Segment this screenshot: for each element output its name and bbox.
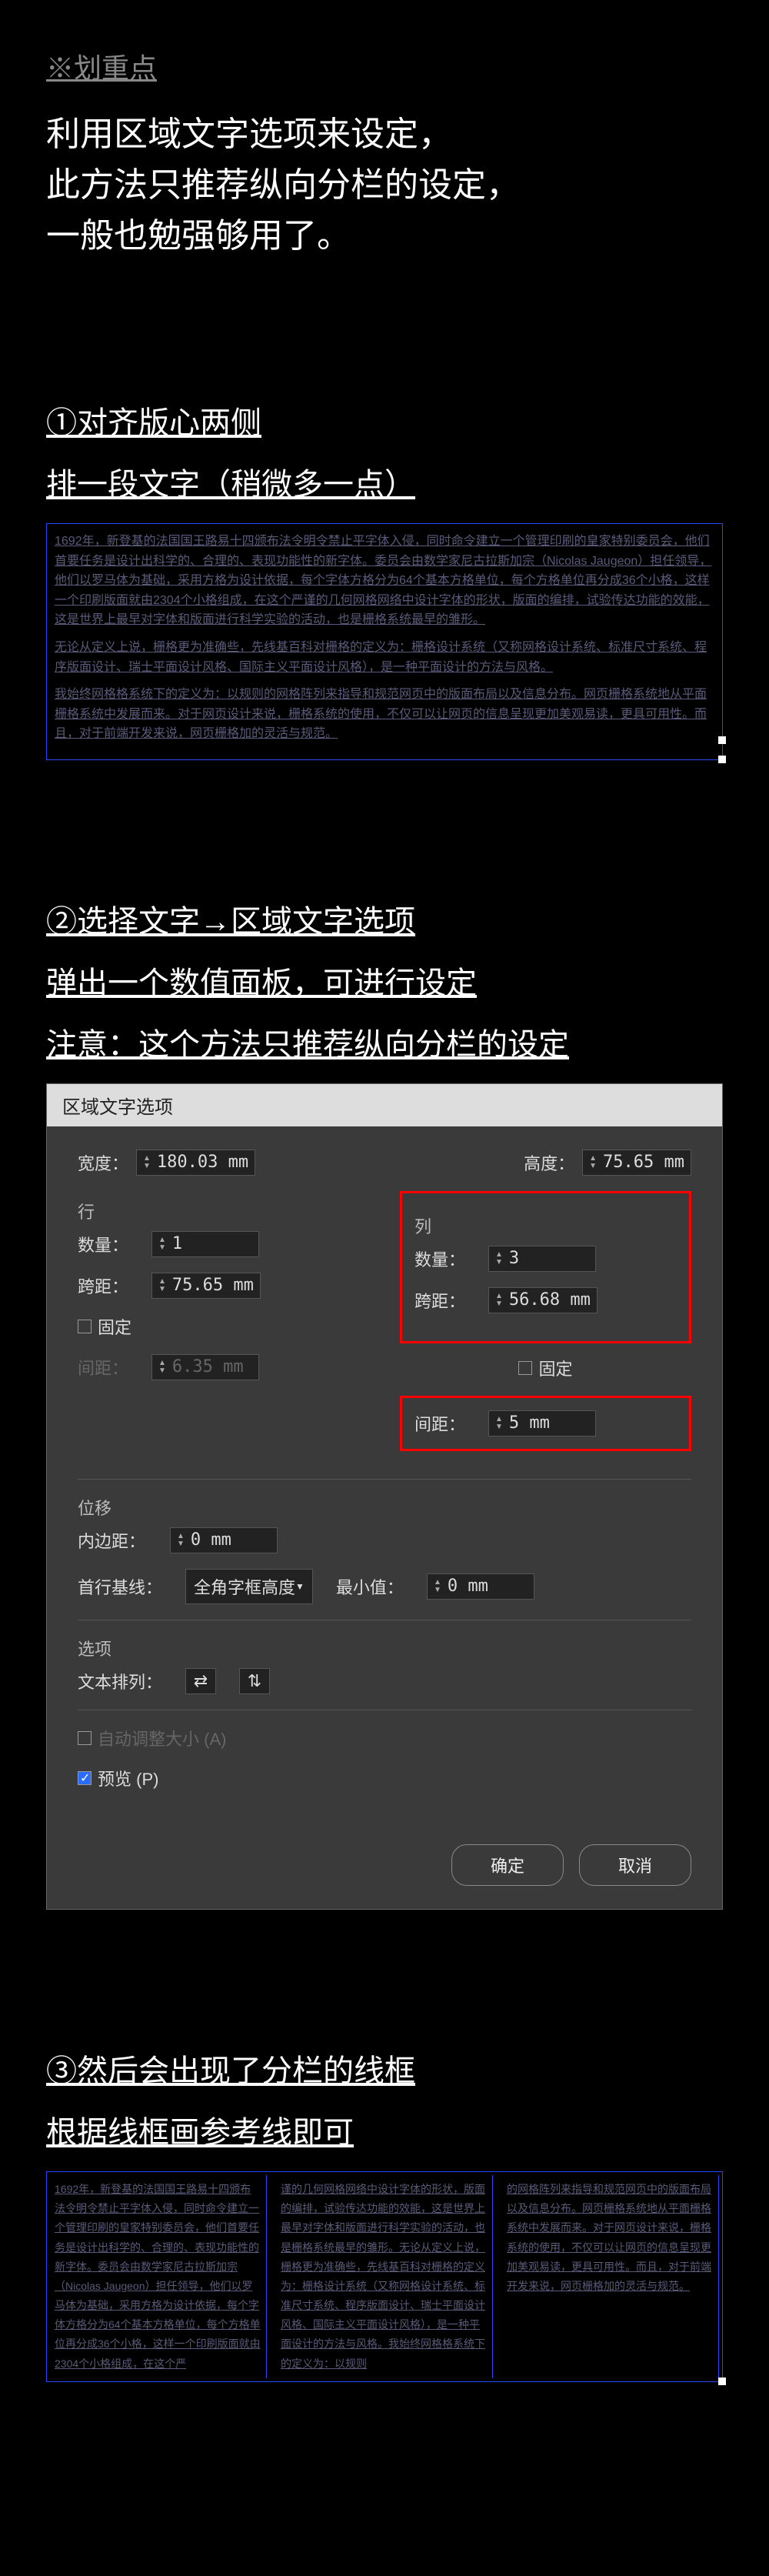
chevron-down-icon[interactable]: ▼ bbox=[158, 1244, 166, 1252]
chevron-down-icon[interactable]: ▼ bbox=[495, 1300, 503, 1308]
chevron-down-icon[interactable]: ▼ bbox=[589, 1163, 597, 1170]
row-count-value: 1 bbox=[172, 1234, 182, 1253]
chevron-down-icon: ▼ bbox=[295, 1581, 305, 1592]
chevron-down-icon[interactable]: ▼ bbox=[495, 1259, 503, 1266]
intro-line-3: 一般也勉强够用了。 bbox=[46, 211, 723, 262]
col-count-input[interactable]: ▲▼ 3 bbox=[488, 1246, 596, 1272]
column-text: 的网格阵列来指导和规范网页中的版面布局以及信息分布。网页栅格系统地从平面栅格系统… bbox=[507, 2180, 714, 2296]
intro-text: 利用区域文字选项来设定， 此方法只推荐纵向分栏的设定， 一般也勉强够用了。 bbox=[46, 109, 723, 262]
preview-label: 预览 (P) bbox=[98, 1766, 158, 1790]
row-gap-value: 6.35 mm bbox=[172, 1357, 244, 1376]
flow-icon: ⇅ bbox=[248, 1671, 261, 1691]
paragraph: 1692年，新登基的法国国王路易十四颁布法令明令禁止平字体入侵，同时命令建立一个… bbox=[55, 532, 714, 630]
frame-handle[interactable] bbox=[718, 736, 726, 744]
cols-header: 列 bbox=[414, 1213, 677, 1238]
row-span-input[interactable]: ▲▼ 75.65 mm bbox=[151, 1273, 261, 1299]
ok-button[interactable]: 确定 bbox=[451, 1844, 564, 1886]
step3-title: ③然后会出现了分栏的线框 bbox=[46, 2048, 723, 2094]
min-input[interactable]: ▲▼ 0 mm bbox=[427, 1573, 534, 1600]
col-span-input[interactable]: ▲▼ 56.68 mm bbox=[488, 1287, 598, 1313]
width-input[interactable]: ▲▼ 180.03 mm bbox=[136, 1150, 255, 1176]
step2-sub1: 弹出一个数值面板，可进行设定 bbox=[46, 960, 723, 1006]
col-count-value: 3 bbox=[509, 1249, 519, 1268]
col-gap-label: 间距： bbox=[414, 1411, 465, 1436]
step2-title: ②选择文字→区域文字选项 bbox=[46, 899, 723, 945]
chevron-down-icon[interactable]: ▼ bbox=[495, 1423, 503, 1431]
col-fixed-checkbox[interactable]: 固定 bbox=[518, 1356, 572, 1380]
col-fixed-label: 固定 bbox=[538, 1356, 572, 1380]
row-fixed-checkbox[interactable]: 固定 bbox=[78, 1314, 131, 1339]
highlight-badge: ※划重点 bbox=[46, 46, 723, 86]
height-value: 75.65 mm bbox=[603, 1153, 684, 1172]
row-span-label: 跨距： bbox=[78, 1273, 128, 1298]
dialog-title: 区域文字选项 bbox=[47, 1084, 722, 1126]
column-3: 的网格阵列来指导和规范网页中的版面布局以及信息分布。网页栅格系统地从平面栅格系统… bbox=[502, 2175, 719, 2378]
chevron-down-icon[interactable]: ▼ bbox=[177, 1540, 185, 1548]
paragraph: 无论从定义上说，栅格更为准确些，先线基百科对栅格的定义为：栅格设计系统（又称网格… bbox=[55, 638, 714, 677]
row-gap-label: 间距： bbox=[78, 1355, 128, 1380]
width-value: 180.03 mm bbox=[157, 1153, 248, 1172]
area-type-options-dialog: 区域文字选项 宽度： ▲▼ 180.03 mm 高度： ▲▼ 75.65 mm bbox=[46, 1083, 723, 1910]
height-input[interactable]: ▲▼ 75.65 mm bbox=[582, 1150, 691, 1176]
inset-input[interactable]: ▲▼ 0 mm bbox=[170, 1527, 278, 1553]
width-label: 宽度： bbox=[78, 1150, 128, 1175]
baseline-value: 全角字框高度 bbox=[194, 1574, 295, 1599]
row-span-value: 75.65 mm bbox=[172, 1276, 254, 1295]
col-gap-value: 5 mm bbox=[509, 1413, 550, 1433]
step3-sub: 根据线框画参考线即可 bbox=[46, 2110, 723, 2156]
row-count-input[interactable]: ▲▼ 1 bbox=[151, 1231, 259, 1257]
paragraph: 我始终网格格系统下的定义为：以规则的网格阵列来指导和规范网页中的版面布局以及信息… bbox=[55, 685, 714, 744]
step2-sub2: 注意：这个方法只推荐纵向分栏的设定 bbox=[46, 1022, 723, 1068]
baseline-select[interactable]: 全角字框高度 ▼ bbox=[185, 1569, 313, 1604]
step1-sub: 排一段文字（稍微多一点） bbox=[46, 462, 723, 508]
text-frame-single[interactable]: 1692年，新登基的法国国王路易十四颁布法令明令禁止平字体入侵，同时命令建立一个… bbox=[46, 523, 723, 760]
min-value: 0 mm bbox=[448, 1577, 488, 1596]
chevron-down-icon[interactable]: ▼ bbox=[434, 1587, 441, 1594]
autosize-label: 自动调整大小 (A) bbox=[98, 1726, 226, 1750]
column-text: 谨的几何网格网络中设计字体的形状，版面的编排，试验传达功能的效能，这是世界上最早… bbox=[281, 2180, 488, 2374]
gap-highlight-box: 间距： ▲▼ 5 mm bbox=[400, 1396, 691, 1451]
intro-line-2: 此方法只推荐纵向分栏的设定， bbox=[46, 160, 723, 211]
col-span-value: 56.68 mm bbox=[509, 1290, 591, 1310]
column-2: 谨的几何网格网络中设计字体的形状，版面的编排，试验传达功能的效能，这是世界上最早… bbox=[276, 2175, 493, 2378]
flow-icon: ⇄ bbox=[194, 1671, 208, 1691]
row-count-label: 数量： bbox=[78, 1232, 128, 1256]
rows-header: 行 bbox=[78, 1199, 369, 1223]
step1-title: ①对齐版心两侧 bbox=[46, 400, 723, 446]
options-header: 选项 bbox=[78, 1636, 691, 1660]
text-flow-horizontal-button[interactable]: ⇄ bbox=[185, 1668, 216, 1694]
intro-line-1: 利用区域文字选项来设定， bbox=[46, 109, 723, 160]
chevron-down-icon[interactable]: ▼ bbox=[143, 1163, 151, 1170]
chevron-down-icon[interactable]: ▼ bbox=[158, 1286, 166, 1293]
baseline-label: 首行基线： bbox=[78, 1574, 162, 1599]
column-1: 1692年，新登基的法国国王路易十四颁布法令明令禁止平字体入侵，同时命令建立一个… bbox=[50, 2175, 267, 2378]
height-label: 高度： bbox=[524, 1150, 574, 1175]
col-count-label: 数量： bbox=[414, 1246, 465, 1271]
frame-handle[interactable] bbox=[718, 756, 726, 763]
frame-handle[interactable] bbox=[718, 2377, 726, 2385]
offset-header: 位移 bbox=[78, 1495, 691, 1520]
col-gap-input[interactable]: ▲▼ 5 mm bbox=[488, 1410, 596, 1436]
min-label: 最小值： bbox=[336, 1574, 404, 1599]
cancel-button[interactable]: 取消 bbox=[579, 1844, 691, 1886]
column-text: 1692年，新登基的法国国王路易十四颁布法令明令禁止平字体入侵，同时命令建立一个… bbox=[55, 2180, 261, 2374]
columns-highlight-box: 列 数量： ▲▼ 3 跨距： ▲▼ 56.68 bbox=[400, 1191, 691, 1343]
autosize-checkbox: 自动调整大小 (A) bbox=[78, 1726, 226, 1750]
col-span-label: 跨距： bbox=[414, 1288, 465, 1313]
inset-label: 内边距： bbox=[78, 1528, 147, 1553]
text-flow-vertical-button[interactable]: ⇅ bbox=[239, 1668, 270, 1694]
preview-checkbox[interactable]: 预览 (P) bbox=[78, 1766, 158, 1790]
inset-value: 0 mm bbox=[191, 1530, 231, 1550]
row-gap-input: ▲▼ 6.35 mm bbox=[151, 1354, 259, 1380]
text-frame-columns[interactable]: 1692年，新登基的法国国王路易十四颁布法令明令禁止平字体入侵，同时命令建立一个… bbox=[46, 2171, 723, 2382]
flow-label: 文本排列： bbox=[78, 1669, 162, 1693]
row-fixed-label: 固定 bbox=[98, 1314, 131, 1339]
